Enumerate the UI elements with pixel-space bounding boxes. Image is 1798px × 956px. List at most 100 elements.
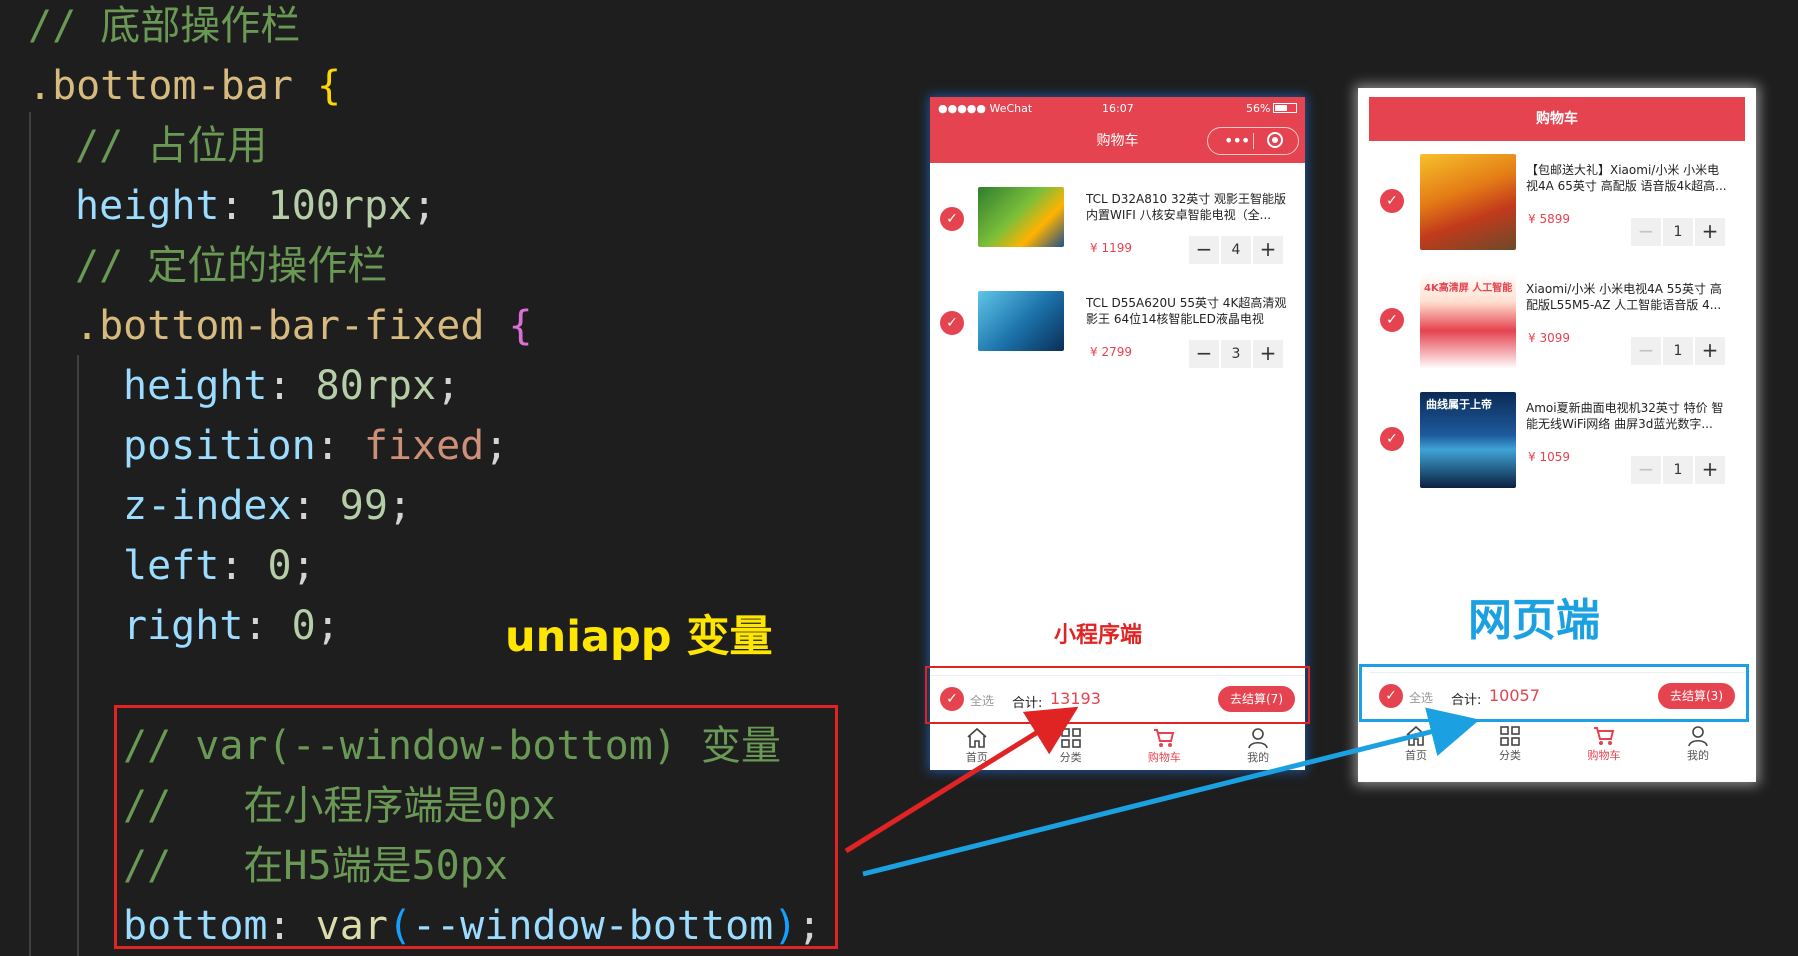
checkbox-icon[interactable]: ✓ [940,207,964,231]
decrease-button[interactable]: − [1631,218,1661,246]
increase-button[interactable]: + [1695,337,1725,365]
code-line-left: left: 0; [123,543,316,589]
quantity-stepper[interactable]: − 4 + [1189,236,1283,264]
css-value: 100rpx [267,183,413,229]
tab-label: 我的 [1247,751,1270,764]
capsule-menu[interactable]: ••• [1207,127,1299,155]
css-property: right [123,603,244,649]
product-title[interactable]: Xiaomi/小米 小米电视4A 55英寸 高配版L55M5-AZ 人工智能语音… [1526,281,1731,313]
thumb-caption: 曲线属于上帝 [1426,398,1492,411]
cart-item: ✓ 【包邮送大礼】Xiaomi/小米 小米电视4A 65英寸 高配版 语音版4k… [1358,152,1756,262]
code-line-zindex: z-index: 99; [123,483,413,529]
decrease-button[interactable]: − [1631,456,1661,484]
tab-label: 我的 [1687,749,1709,762]
code-comment-fixed: // 定位的操作栏 [75,243,388,289]
product-image[interactable]: 曲线属于上帝 [1420,392,1516,488]
tab-me[interactable]: 我的 [1651,721,1745,769]
tab-home[interactable]: 首页 [1369,721,1463,769]
product-image[interactable]: 4K高清屏 人工智能 [1420,273,1516,369]
cart-icon [1154,729,1175,747]
checkbox-icon[interactable]: ✓ [1380,308,1404,332]
status-bar: ●●●●● WeChat 16:07 56% [930,97,1305,119]
navigation-bar: 购物车 ••• [930,119,1305,163]
page-title: 购物车 [1536,111,1578,127]
grid-icon [1060,728,1081,748]
battery-icon [1273,103,1297,113]
product-price: ¥ 5899 [1528,212,1570,226]
css-value: 0 [291,603,316,649]
quantity-value[interactable]: 1 [1663,337,1693,365]
increase-button[interactable]: + [1695,218,1725,246]
product-image[interactable] [1420,154,1516,250]
mini-program-highlight-box [925,666,1310,724]
tab-cart[interactable]: 购物车 [1118,723,1212,770]
quantity-value[interactable]: 4 [1221,236,1251,264]
cart-item: ✓ TCL D55A620U 55英寸 4K超高清观影王 64位14核智能LED… [930,271,1305,381]
cart-item: ✓ TCL D32A810 32英寸 观影王智能版内置WIFI 八核安卓智能电视… [930,167,1305,277]
quantity-stepper[interactable]: − 1 + [1631,456,1725,484]
code-comment-placeholder: // 占位用 [75,123,268,169]
web-label: 网页端 [1468,595,1600,646]
css-selector: .bottom-bar [28,63,293,109]
product-price: ¥ 3099 [1528,331,1570,345]
tab-me[interactable]: 我的 [1211,723,1305,770]
code-line-position: position: fixed; [123,423,509,469]
product-title[interactable]: Amoi夏新曲面电视机32英寸 特价 智能无线WiFi网络 曲屏3d蓝光数字..… [1526,400,1731,432]
quantity-value[interactable]: 1 [1663,218,1693,246]
css-value: 99 [339,483,388,529]
checkbox-icon[interactable]: ✓ [1380,427,1404,451]
increase-button[interactable]: + [1695,456,1725,484]
quantity-stepper[interactable]: − 3 + [1189,340,1283,368]
code-editor: // 底部操作栏 .bottom-bar { // 占位用 height: 10… [0,0,920,956]
product-price: ¥ 1059 [1528,450,1570,464]
decrease-button[interactable]: − [1631,337,1661,365]
code-line-selector-fixed: .bottom-bar-fixed { [75,300,533,352]
quantity-stepper[interactable]: − 1 + [1631,218,1725,246]
quantity-stepper[interactable]: − 1 + [1631,337,1725,365]
tab-category[interactable]: 分类 [1463,721,1557,769]
product-title[interactable]: TCL D32A810 32英寸 观影王智能版内置WIFI 八核安卓智能电视（全… [1086,191,1291,223]
quantity-value[interactable]: 1 [1663,456,1693,484]
user-icon [1248,728,1268,749]
tab-bar: 首页 分类 购物车 我的 [930,722,1305,770]
tab-label: 分类 [1059,751,1082,764]
css-value: 80rpx [315,363,437,409]
open-brace: { [317,63,342,109]
navigation-bar: 购物车 [1369,97,1745,141]
product-image[interactable] [978,187,1064,247]
css-property: position [123,423,316,469]
decrease-button[interactable]: − [1189,340,1219,368]
checkbox-icon[interactable]: ✓ [940,311,964,335]
battery-percent: 56% [1246,102,1271,115]
css-value: fixed [363,423,485,469]
product-image[interactable] [978,291,1064,351]
tab-label: 购物车 [1587,749,1621,762]
cart-icon [1594,727,1615,745]
increase-button[interactable]: + [1253,340,1283,368]
product-price: ¥ 1199 [1090,241,1132,255]
clock: 16:07 [1102,102,1134,115]
code-line-height: height: 100rpx; [75,183,437,229]
tab-cart[interactable]: 购物车 [1557,721,1651,769]
tab-label: 首页 [965,751,988,764]
increase-button[interactable]: + [1253,236,1283,264]
css-property: height [75,183,220,229]
open-brace: { [508,303,533,349]
tab-label: 分类 [1499,749,1521,762]
quantity-value[interactable]: 3 [1221,340,1251,368]
product-title[interactable]: 【包邮送大礼】Xiaomi/小米 小米电视4A 65英寸 高配版 语音版4k超高… [1526,162,1731,194]
more-icon[interactable]: ••• [1224,131,1250,150]
var-highlight-box [114,705,838,949]
decrease-button[interactable]: − [1189,236,1219,264]
css-property: z-index [123,483,292,529]
thumb-caption: 4K高清屏 人工智能 [1424,283,1513,294]
close-miniprogram-icon[interactable] [1267,132,1283,148]
tab-category[interactable]: 分类 [1024,723,1118,770]
product-price: ¥ 2799 [1090,345,1132,359]
product-title[interactable]: TCL D55A620U 55英寸 4K超高清观影王 64位14核智能LED液晶… [1086,295,1291,327]
code-line-selector-bottom-bar: .bottom-bar { [28,60,341,112]
user-icon [1688,726,1708,747]
checkbox-icon[interactable]: ✓ [1380,189,1404,213]
css-property: height [123,363,268,409]
tab-home[interactable]: 首页 [930,723,1024,770]
